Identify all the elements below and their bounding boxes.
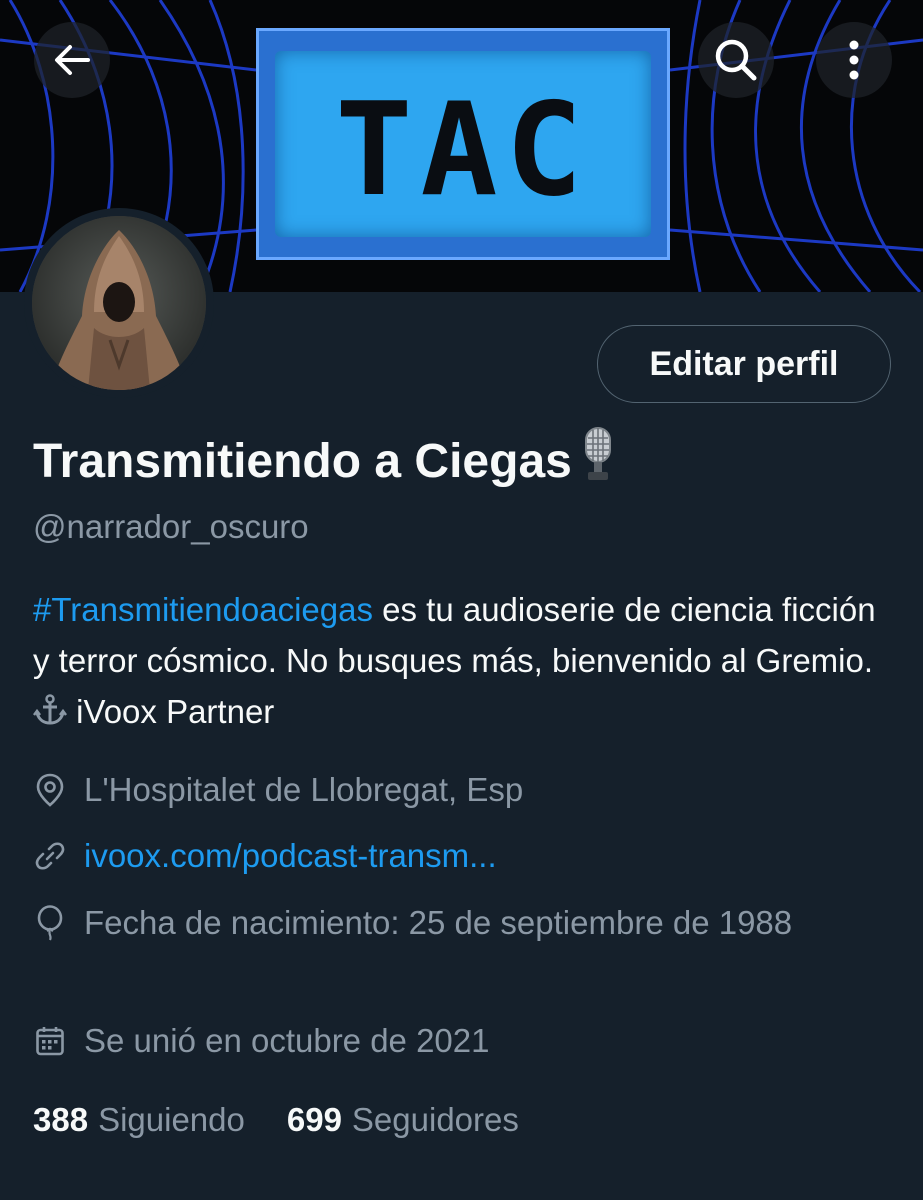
profile-stats: 388 Siguiendo 699 Seguidores — [33, 1094, 519, 1145]
calendar-icon — [33, 1015, 67, 1066]
joined-text: Se unió en octubre de 2021 — [84, 1022, 490, 1059]
banner-logo-text: TAC — [335, 76, 591, 225]
profile-name: Transmitiendo a Ciegas — [33, 426, 616, 496]
profile-name-text: Transmitiendo a Ciegas — [33, 434, 572, 488]
avatar-image — [32, 216, 206, 390]
balloon-icon — [33, 897, 67, 948]
followers-count: 699 — [286, 1101, 342, 1138]
location-text: L'Hospitalet de Llobregat, Esp — [84, 771, 524, 808]
website-link[interactable]: ivoox.com/podcast-transm... — [84, 830, 497, 881]
profile-birthdate: Fecha de nacimiento: 25 de septiembre de… — [33, 897, 863, 948]
bio-hashtag-link[interactable]: #Transmitiendoaciegas — [33, 591, 373, 628]
search-button[interactable] — [698, 22, 774, 98]
search-icon — [715, 39, 757, 81]
following-label: Siguiendo — [98, 1101, 245, 1138]
profile-joined-date: Se unió en octubre de 2021 — [33, 1015, 490, 1066]
anchor-icon — [33, 693, 76, 730]
more-options-button[interactable] — [816, 22, 892, 98]
profile-handle: @narrador_oscuro — [33, 508, 309, 545]
avatar[interactable] — [24, 208, 214, 398]
microphone-icon — [580, 426, 616, 496]
edit-profile-button[interactable]: Editar perfil — [597, 325, 891, 403]
profile-website[interactable]: ivoox.com/podcast-transm... — [33, 830, 497, 881]
birthdate-text: Fecha de nacimiento: 25 de septiembre de… — [84, 904, 793, 941]
following-stat[interactable]: 388 Siguiendo — [33, 1094, 245, 1145]
profile-location: L'Hospitalet de Llobregat, Esp — [33, 764, 523, 815]
arrow-left-icon — [55, 45, 90, 75]
profile-bio: #Transmitiendoaciegas es tu audioserie d… — [33, 584, 893, 737]
link-icon — [33, 830, 67, 881]
following-count: 388 — [33, 1101, 89, 1138]
followers-stat[interactable]: 699 Seguidores — [287, 1094, 519, 1145]
more-vertical-icon — [849, 40, 859, 80]
location-pin-icon — [33, 764, 67, 815]
back-button[interactable] — [34, 22, 110, 98]
followers-label: Seguidores — [351, 1101, 519, 1138]
bio-partner-text: iVoox Partner — [76, 693, 275, 730]
banner-logo-panel: TAC — [256, 28, 670, 260]
